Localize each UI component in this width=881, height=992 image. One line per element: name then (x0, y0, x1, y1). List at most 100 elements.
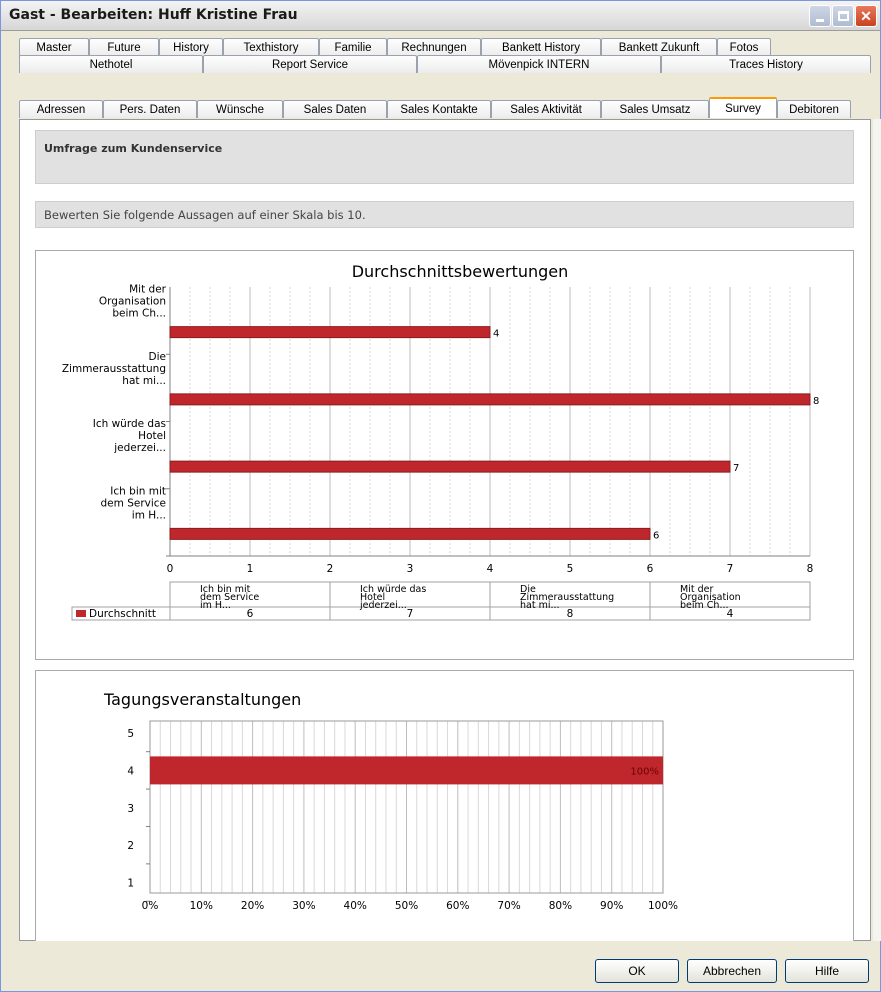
title-bar[interactable]: Gast - Bearbeiten: Huff Kristine Frau ✕ (1, 1, 880, 31)
average-ratings-chart-panel: Durchschnittsbewertungen Mit der Organisat… (35, 250, 854, 660)
tab-row-3: Adressen Pers. Daten Wünsche Sales Daten… (19, 97, 851, 118)
x-tick-label: 20% (241, 900, 264, 912)
x-tick-label: 1 (247, 563, 254, 575)
tab-history[interactable]: History (159, 38, 223, 56)
tab-sales-aktivitaet[interactable]: Sales Aktivität (491, 100, 601, 118)
survey-instruction: Bewerten Sie folgende Aussagen auf einer… (35, 201, 854, 228)
bar (169, 460, 731, 473)
x-tick-label: 30% (292, 900, 315, 912)
x-tick-label: 100% (648, 900, 678, 912)
minimize-button[interactable] (809, 5, 831, 27)
survey-heading: Umfrage zum Kundenservice (35, 130, 854, 184)
data-table-header: hat mi... (520, 600, 560, 611)
tab-sales-daten[interactable]: Sales Daten (283, 100, 387, 118)
x-tick-label: 10% (190, 900, 213, 912)
bar-value-label: 7 (733, 463, 739, 474)
data-table-value: 7 (407, 608, 414, 620)
tab-moevenpick-intern[interactable]: Mövenpick INTERN (417, 55, 661, 73)
x-tick-label: 4 (487, 563, 494, 575)
legend-label: Durchschnitt (89, 608, 156, 620)
data-table-value: 4 (727, 608, 734, 620)
x-tick-label: 80% (549, 900, 572, 912)
category-label: 2 (127, 840, 134, 852)
bar (150, 756, 663, 785)
x-tick-label: 90% (600, 900, 623, 912)
x-tick-label: 0 (167, 563, 174, 575)
events-chart-panel: Tagungsveranstaltungen 5 4 100% 3 2 1 0% 10% 20% 3… (35, 670, 854, 945)
data-table-value: 6 (247, 608, 254, 620)
x-tick-label: 50% (395, 900, 418, 912)
tab-wuensche[interactable]: Wünsche (197, 100, 283, 118)
tab-rechnungen[interactable]: Rechnungen (387, 38, 481, 56)
ok-button[interactable]: OK (595, 959, 679, 983)
x-tick-label: 5 (567, 563, 574, 575)
x-tick-label: 3 (407, 563, 414, 575)
x-tick-label: 6 (647, 563, 654, 575)
tab-report-service[interactable]: Report Service (203, 55, 417, 73)
bar-value-label: 8 (813, 396, 819, 407)
category-label: jederzei... (113, 442, 166, 454)
tab-row-2: Nethotel Report Service Mövenpick INTERN… (19, 55, 871, 73)
data-table-value: 8 (567, 608, 574, 620)
x-tick-label: 2 (327, 563, 334, 575)
tab-sales-kontakte[interactable]: Sales Kontakte (387, 100, 491, 118)
category-label: Ich bin mit (110, 485, 166, 497)
tab-future[interactable]: Future (89, 38, 159, 56)
cancel-button[interactable]: Abbrechen (687, 959, 777, 983)
tab-familie[interactable]: Familie (319, 38, 387, 56)
tab-master[interactable]: Master (19, 38, 89, 56)
tab-fotos[interactable]: Fotos (717, 38, 771, 56)
x-tick-label: 7 (727, 563, 734, 575)
survey-page: Umfrage zum Kundenservice Bewerten Sie f… (19, 119, 871, 945)
bar-value-label: 4 (493, 329, 499, 340)
data-table-header: jederzei... (359, 600, 407, 611)
bar-value-label: 100% (630, 766, 659, 777)
category-label: Ich würde das (93, 418, 166, 430)
bar (169, 326, 491, 339)
average-ratings-chart: Durchschnittsbewertungen Mit derOrganisat… (62, 262, 819, 621)
tab-pers-daten[interactable]: Pers. Daten (103, 100, 197, 118)
x-tick-label: 60% (446, 900, 469, 912)
help-button[interactable]: Hilfe (785, 959, 869, 983)
window-title: Gast - Bearbeiten: Huff Kristine Frau (9, 7, 298, 23)
events-chart: Tagungsveranstaltungen54 100%3210% 10% 20% 3… (103, 690, 678, 912)
x-tick-label: 40% (344, 900, 367, 912)
tab-sales-umsatz[interactable]: Sales Umsatz (601, 100, 709, 118)
category-label: Organisation (99, 296, 166, 308)
category-label: Mit der (129, 284, 167, 296)
tab-survey[interactable]: Survey (709, 97, 777, 118)
bar (169, 527, 651, 540)
tab-bankett-zukunft[interactable]: Bankett Zukunft (601, 38, 717, 56)
chart-title: Tagungsveranstaltungen (103, 690, 301, 709)
close-icon: ✕ (860, 7, 872, 24)
x-tick-label: 8 (807, 563, 814, 575)
data-table-header: beim Ch... (680, 600, 729, 611)
category-label: Die (149, 351, 166, 363)
tab-bankett-history[interactable]: Bankett History (481, 38, 601, 56)
category-label: 5 (127, 728, 134, 740)
tab-nethotel[interactable]: Nethotel (19, 55, 203, 73)
tab-traces-history[interactable]: Traces History (661, 55, 871, 73)
legend-swatch (76, 610, 86, 617)
chart-title: Durchschnittsbewertungen (352, 262, 569, 281)
dialog-footer: OK Abbrechen Hilfe (1, 941, 880, 991)
guest-edit-window: Gast - Bearbeiten: Huff Kristine Frau ✕ … (0, 0, 881, 992)
tab-texthistory[interactable]: Texthistory (223, 38, 319, 56)
minimize-icon (816, 18, 824, 22)
data-table-header: im H... (200, 600, 231, 611)
x-tick-label: 0% (142, 900, 159, 912)
maximize-icon (837, 11, 849, 21)
category-label: Zimmerausstattung (62, 363, 166, 375)
maximize-button[interactable] (832, 5, 854, 27)
category-label: 1 (127, 878, 134, 890)
x-tick-label: 70% (497, 900, 520, 912)
category-label: Hotel (138, 430, 166, 442)
bar (169, 393, 811, 406)
tab-row-1: Master Future History Texthistory Famili… (19, 38, 771, 56)
tab-adressen[interactable]: Adressen (19, 100, 103, 118)
close-button[interactable]: ✕ (855, 5, 877, 27)
category-label: beim Ch... (112, 308, 166, 320)
category-label: 3 (127, 803, 134, 815)
vertical-scrollbar[interactable] (873, 119, 881, 941)
tab-debitoren[interactable]: Debitoren (777, 100, 851, 118)
